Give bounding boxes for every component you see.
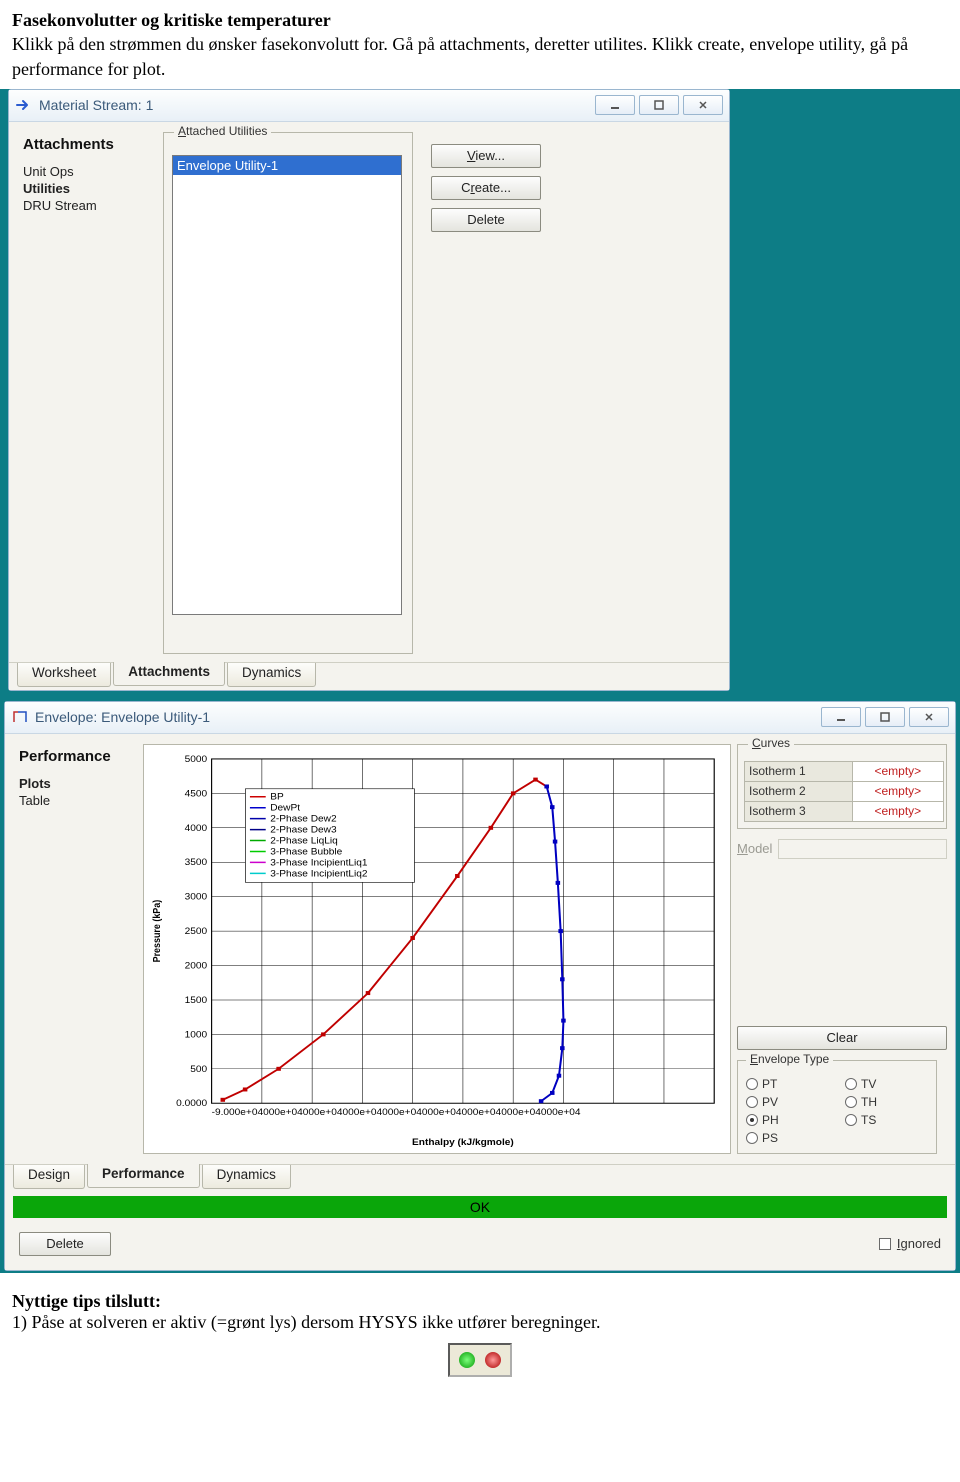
clear-button[interactable]: Clear [737,1026,947,1050]
green-lamp-icon [459,1352,475,1368]
sidebar-list-perf: PlotsTable [19,775,127,809]
list-item-envelope-utility[interactable]: Envelope Utility-1 [173,156,401,175]
sidebar-item[interactable]: Utilities [23,180,151,197]
svg-text:3500: 3500 [185,858,208,868]
red-lamp-icon [485,1352,501,1368]
svg-text:5000: 5000 [185,754,208,764]
envelope-type-radio[interactable]: TS [845,1113,928,1127]
svg-text:Enthalpy (kJ/kgmole): Enthalpy (kJ/kgmole) [412,1137,514,1147]
sidebar-list: Unit OpsUtilitiesDRU Stream [23,163,151,214]
ignored-checkbox[interactable]: Ignored [879,1236,941,1251]
window-close-button[interactable] [683,95,723,115]
svg-text:2-Phase Dew2: 2-Phase Dew2 [270,814,336,824]
curves-legend: Curves [748,736,794,750]
solver-traffic-lights-icon [448,1343,512,1377]
window-envelope-utility: Envelope: Envelope Utility-1 Performance… [4,701,956,1271]
window-minimize-button[interactable] [595,95,635,115]
window-minimize-button[interactable] [821,707,861,727]
svg-text:DewPt: DewPt [270,803,300,813]
doc-heading: Fasekonvolutter og kritiske temperaturer [12,8,948,32]
svg-text:3-Phase IncipientLiq2: 3-Phase IncipientLiq2 [270,869,367,879]
window-maximize-button[interactable] [865,707,905,727]
tab[interactable]: Dynamics [202,1165,291,1189]
model-readonly-field [778,839,947,859]
curve-label: Isotherm 3 [745,801,853,821]
envelope-type-radio[interactable]: TH [845,1095,928,1109]
tab[interactable]: Worksheet [17,663,111,687]
sidebar-item[interactable]: Unit Ops [23,163,151,180]
doc-body: Klikk på den strømmen du ønsker fasekonv… [12,32,948,81]
svg-text:Pressure (kPa): Pressure (kPa) [151,900,163,963]
footer-line-1: 1) Påse at solveren er aktiv (=grønt lys… [12,1312,948,1333]
window-close-button[interactable] [909,707,949,727]
svg-text:BP: BP [270,792,284,802]
window-maximize-button[interactable] [639,95,679,115]
delete-envelope-button[interactable]: Delete [19,1232,111,1256]
view-button[interactable]: View... [431,144,541,168]
svg-text:3-Phase Bubble: 3-Phase Bubble [270,847,342,857]
envelope-type-radio[interactable]: TV [845,1077,928,1091]
model-label: Model [737,841,772,856]
sidebar-item[interactable]: DRU Stream [23,197,151,214]
attached-utilities-list[interactable]: Envelope Utility-1 [172,155,402,615]
svg-text:4000: 4000 [185,823,208,833]
side-heading-attachments: Attachments [23,136,151,153]
phase-envelope-chart: 0.0000 500 1000 1500 2000 2500 3000 3500 4000 450… [143,744,731,1154]
window-material-stream: Material Stream: 1 Attachments Unit OpsU… [8,89,730,691]
tab-strip-material: WorksheetAttachmentsDynamics [9,662,729,690]
envelope-type-legend: Envelope Type [746,1052,833,1066]
svg-text:4500: 4500 [185,789,208,799]
svg-text:3000: 3000 [185,892,208,902]
svg-text:2000: 2000 [185,961,208,971]
create-button[interactable]: Create... [431,176,541,200]
side-heading-performance: Performance [19,748,127,765]
window-title: Material Stream: 1 [39,97,153,113]
groupbox-legend-attached-utilities: Attached Utilities [174,124,271,138]
window-title-envelope: Envelope: Envelope Utility-1 [35,709,210,725]
footer-heading: Nyttige tips tilslutt: [12,1291,948,1312]
sidebar-item[interactable]: Table [19,792,127,809]
curve-value[interactable]: <empty> [852,801,943,821]
svg-text:2-Phase LiqLiq: 2-Phase LiqLiq [270,836,338,846]
svg-text:500: 500 [190,1064,207,1074]
tab-strip-envelope: DesignPerformanceDynamics [5,1164,955,1192]
curves-table[interactable]: Isotherm 1<empty>Isotherm 2<empty>Isothe… [744,761,944,822]
sidebar-item[interactable]: Plots [19,775,127,792]
delete-attached-button[interactable]: Delete [431,208,541,232]
svg-text:1000: 1000 [185,1030,208,1040]
curve-label: Isotherm 1 [745,761,853,781]
envelope-type-radio[interactable]: PS [746,1131,829,1145]
svg-text:2500: 2500 [185,926,208,936]
envelope-util-icon [11,708,29,726]
tab[interactable]: Dynamics [227,663,316,687]
svg-text:1500: 1500 [185,995,208,1005]
envelope-type-radio[interactable]: PT [746,1077,829,1091]
envelope-type-group: Envelope Type PTTVPVTHPHTSPS [737,1060,937,1154]
svg-text:-9.000e+04000e+04000e+04000e+0: -9.000e+04000e+04000e+04000e+04000e+0400… [212,1108,582,1118]
tab[interactable]: Performance [87,1164,200,1188]
envelope-type-radio[interactable]: PV [746,1095,829,1109]
svg-text:3-Phase IncipientLiq1: 3-Phase IncipientLiq1 [270,858,367,868]
curve-value[interactable]: <empty> [852,761,943,781]
envelope-type-radio[interactable]: PH [746,1113,829,1127]
tab[interactable]: Design [13,1165,85,1189]
svg-text:2-Phase Dew3: 2-Phase Dew3 [270,825,336,835]
curve-label: Isotherm 2 [745,781,853,801]
tab[interactable]: Attachments [113,662,225,686]
stream-arrow-icon [15,96,33,114]
status-ok-bar: OK [13,1196,947,1218]
curve-value[interactable]: <empty> [852,781,943,801]
svg-text:0.0000: 0.0000 [176,1099,207,1109]
